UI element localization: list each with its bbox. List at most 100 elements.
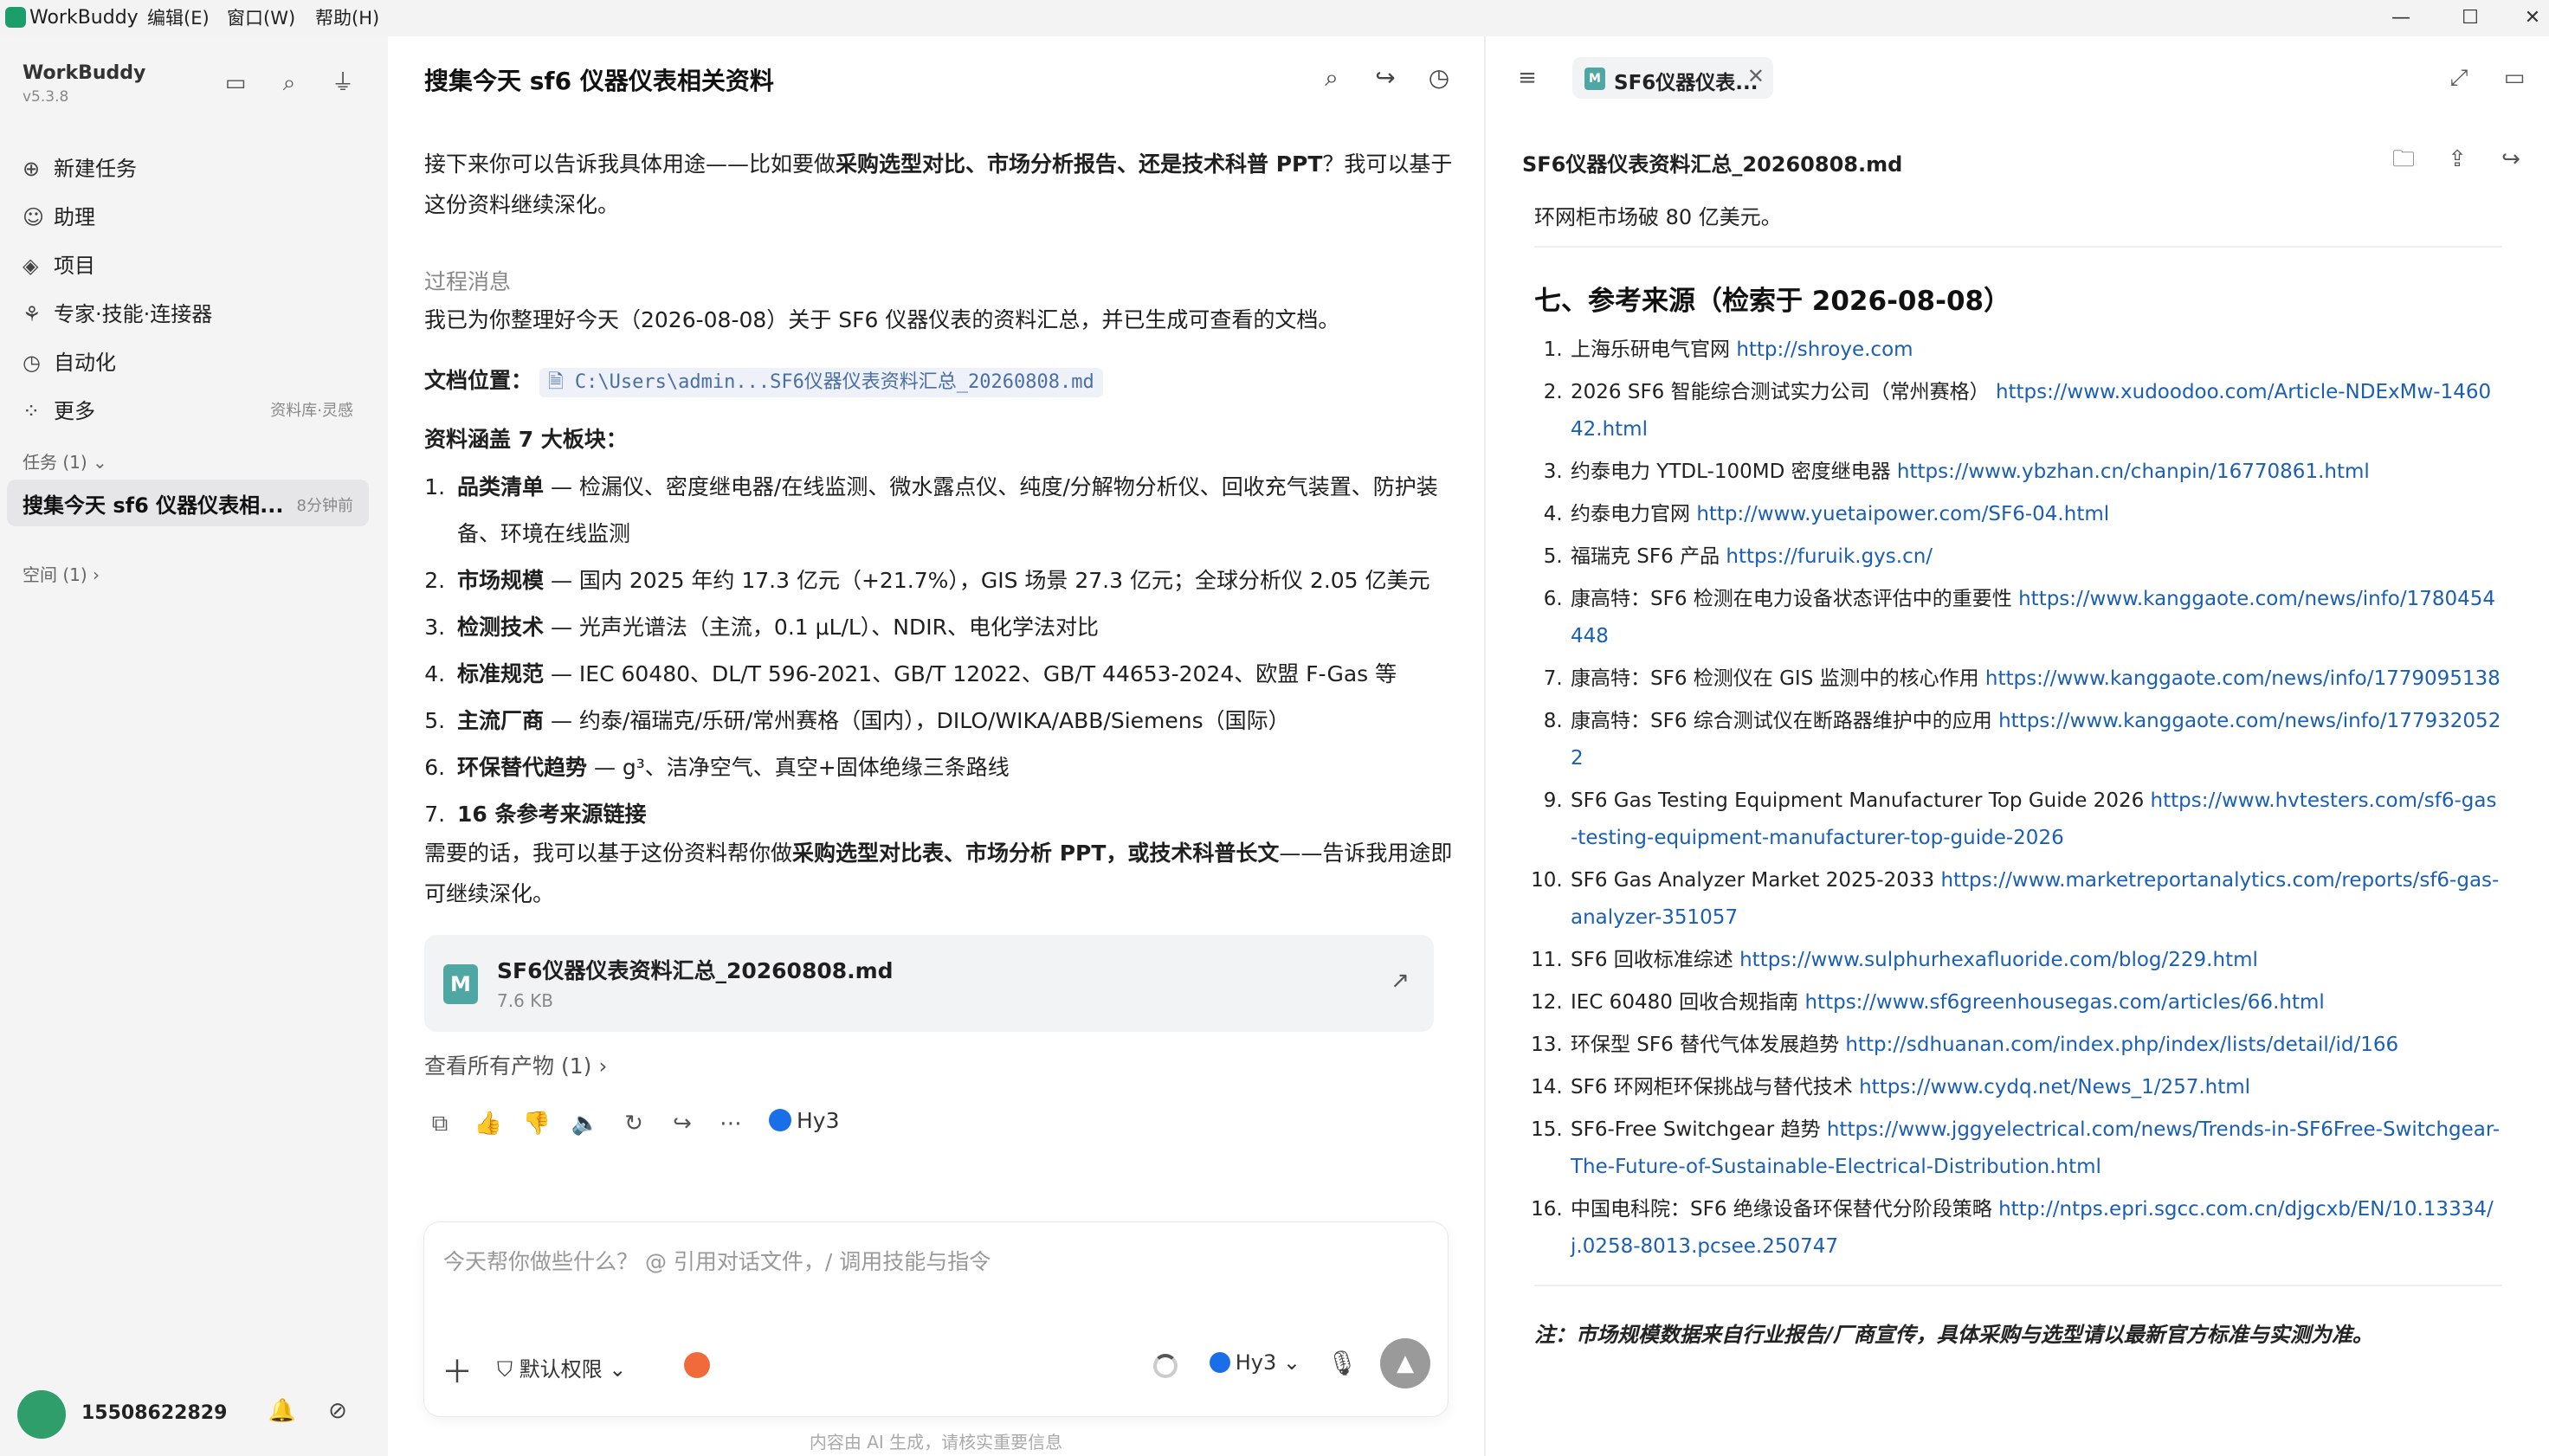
ai-disclaimer: 内容由 AI 生成，请核实重要信息 — [809, 1432, 1063, 1453]
doc-location: 文档位置： 🗎 C:\Users\admin...SF6仪器仪表资料汇总_202… — [424, 364, 1455, 398]
menu-help[interactable]: 帮助(H) — [315, 5, 379, 31]
closing-text: 需要的话，我可以基于这份资料帮你做 — [424, 841, 793, 866]
toggle-sidebar-icon[interactable]: ▭ — [220, 68, 251, 99]
spaces-header[interactable]: 空间 (1) › — [23, 561, 100, 586]
file-card[interactable]: M SF6仪器仪表资料汇总_20260808.md 7.6 KB ↗ — [424, 935, 1434, 1032]
reference-title: 2026 SF6 智能综合测试实力公司（常州赛格） — [1571, 381, 1996, 403]
nav-label: 新建任务 — [54, 157, 137, 181]
reference-link[interactable]: https://www.cydq.net/News_1/257.html — [1859, 1076, 2250, 1098]
share-icon[interactable]: ↪ — [2494, 142, 2528, 177]
reference-item: SF6 Gas Testing Equipment Manufacturer T… — [1569, 783, 2502, 857]
tab-title: SF6仪器仪表... — [1614, 72, 1758, 94]
expand-icon[interactable]: ⤢ — [2442, 61, 2476, 95]
reference-title: SF6 Gas Testing Equipment Manufacturer T… — [1571, 789, 2151, 812]
close-tab-icon[interactable]: ✕ — [1747, 64, 1765, 88]
filter-icon[interactable]: ⏚ — [327, 68, 358, 99]
reference-title: 环保型 SF6 替代气体发展趋势 — [1571, 1034, 1846, 1056]
reference-title: 上海乐研电气官网 — [1571, 338, 1737, 361]
nav-label: 自动化 — [54, 351, 116, 375]
close-window-button[interactable]: ✕ — [2518, 3, 2547, 33]
reference-link[interactable]: http://shroye.com — [1736, 338, 1913, 361]
reference-title: 约泰电力 YTDL-100MD 密度继电器 — [1571, 461, 1897, 483]
thumbs-down-icon[interactable]: 👎 — [519, 1106, 554, 1141]
bell-icon[interactable]: 🔔 — [265, 1394, 300, 1428]
app-logo-icon — [5, 7, 26, 28]
menu-edit[interactable]: 编辑(E) — [147, 5, 210, 31]
nav-experts[interactable]: ⚘ 专家·技能·连接器 — [23, 294, 378, 334]
reference-link[interactable]: https://www.sf6greenhousegas.com/article… — [1804, 991, 2324, 1014]
reference-link[interactable]: https://www.kanggaote.com/news/info/1779… — [1985, 667, 2501, 690]
nav-more-sub[interactable]: 资料库·灵感 — [270, 391, 353, 431]
more-icon[interactable]: ⋯ — [713, 1106, 748, 1141]
avatar[interactable] — [17, 1390, 66, 1439]
compass-icon[interactable]: ⊘ — [320, 1394, 355, 1428]
history-icon[interactable]: ◷ — [1422, 61, 1456, 95]
folder-icon[interactable]: 🗀 — [2386, 142, 2421, 177]
loading-spinner-icon — [1153, 1354, 1178, 1378]
divider — [1534, 1285, 2502, 1286]
reference-item: SF6-Free Switchgear 趋势 https://www.jggye… — [1569, 1111, 2502, 1186]
reference-item: 上海乐研电气官网 http://shroye.com — [1569, 332, 2502, 369]
reference-item: 康高特：SF6 综合测试仪在断路器维护中的应用 https://www.kang… — [1569, 703, 2502, 777]
speaker-icon[interactable]: 🔈 — [568, 1106, 603, 1141]
regenerate-icon[interactable]: ↻ — [616, 1106, 651, 1141]
skill-orange-icon[interactable] — [684, 1352, 710, 1378]
nav-more[interactable]: ⁘ 更多 资料库·灵感 — [23, 391, 378, 431]
sidebar: WorkBuddy v5.3.8 ▭ ⌕ ⏚ ⊕ 新建任务 ☺ 助理 ◈ 项目 ⚘ 专家… — [0, 36, 388, 1456]
process-text: 我已为你整理好今天（2026-08-08）关于 SF6 仪器仪表的资料汇总，并已… — [424, 307, 1340, 332]
reference-link[interactable]: http://sdhuanan.com/index.php/index/list… — [1845, 1034, 2398, 1056]
composer[interactable]: 今天帮你做些什么？ @ 引用对话文件，/ 调用技能与指令 ＋ ⛉ 默认权限 ⌄ … — [424, 1222, 1448, 1416]
upload-icon[interactable]: ⇪ — [2440, 142, 2475, 177]
list-item: 市场规模 — 国内 2025 年约 17.3 亿元（+21.7%），GIS 场景… — [452, 557, 1455, 604]
maximize-button[interactable]: ☐ — [2455, 3, 2485, 33]
microphone-icon[interactable]: 🎙 — [1326, 1349, 1358, 1377]
nav-automation[interactable]: ◷ 自动化 — [23, 343, 378, 383]
closing-paragraph: 需要的话，我可以基于这份资料帮你做采购选型对比表、市场分析 PPT，或技术科普长… — [424, 833, 1455, 914]
title-bar: WorkBuddy 编辑(E) 窗口(W) 帮助(H) — ☐ ✕ — [0, 0, 2549, 36]
menu-window[interactable]: 窗口(W) — [227, 5, 295, 31]
permission-label: 默认权限 — [519, 1357, 603, 1382]
toggle-panel-icon[interactable]: ▭ — [2497, 61, 2532, 95]
expert-icon: ⚘ — [23, 302, 42, 326]
reference-title: 中国电科院：SF6 绝缘设备环保替代分阶段策略 — [1571, 1198, 1999, 1221]
search-icon[interactable]: ⌕ — [274, 68, 305, 99]
reference-link[interactable]: https://www.ybzhan.cn/chanpin/16770861.h… — [1897, 461, 2370, 483]
open-external-icon[interactable]: ↗ — [1391, 968, 1410, 994]
outline-menu-icon[interactable]: ≡ — [1510, 61, 1545, 95]
nav-label: 更多 — [54, 399, 95, 423]
doc-path-link[interactable]: 🗎 C:\Users\admin...SF6仪器仪表资料汇总_20260808.… — [539, 368, 1103, 397]
sidebar-brand: WorkBuddy — [23, 62, 146, 84]
reference-item: 中国电科院：SF6 绝缘设备环保替代分阶段策略 http://ntps.epri… — [1569, 1191, 2502, 1266]
task-item[interactable]: 搜集今天 sf6 仪器仪表相... 8分钟前 — [7, 480, 369, 526]
disclaimer-note: 注：市场规模数据来自行业报告/厂商宣传，具体采购与选型请以最新官方标准与实测为准… — [1534, 1323, 2373, 1347]
reference-link[interactable]: http://www.yuetaipower.com/SF6-04.html — [1696, 503, 2109, 525]
search-icon[interactable]: ⌕ — [1314, 61, 1349, 95]
send-button[interactable]: ▲ — [1380, 1338, 1430, 1388]
process-label[interactable]: 过程消息 — [424, 265, 1455, 300]
document-tab[interactable]: M SF6仪器仪表... ✕ — [1572, 57, 1773, 99]
user-id: 15508622829 — [81, 1402, 228, 1424]
reference-link[interactable]: https://www.sulphurhexafluoride.com/blog… — [1739, 949, 2258, 971]
document-preview-panel: ≡ M SF6仪器仪表... ✕ ⤢ ▭ SF6仪器仪表资料汇总_2026080… — [1484, 36, 2549, 1456]
nav-assistant[interactable]: ☺ 助理 — [23, 197, 378, 237]
share-icon[interactable]: ↪ — [665, 1106, 700, 1141]
thumbs-up-icon[interactable]: 👍 — [471, 1106, 506, 1141]
reference-item: IEC 60480 回收合规指南 https://www.sf6greenhou… — [1569, 984, 2502, 1021]
tasks-header[interactable]: 任务 (1) ⌄ — [23, 448, 107, 474]
nav-projects[interactable]: ◈ 项目 — [23, 246, 378, 286]
chevron-right-icon: › — [591, 1053, 608, 1079]
list-item: 主流厂商 — 约泰/福瑞克/乐研/常州赛格（国内），DILO/WIKA/ABB/… — [452, 698, 1455, 744]
copy-icon[interactable]: ⧉ — [423, 1106, 457, 1141]
model-selector[interactable]: Hy3 ⌄ — [1209, 1350, 1300, 1375]
view-all-outputs[interactable]: 查看所有产物 (1) › — [424, 1049, 607, 1080]
permission-selector[interactable]: ⛉ 默认权限 ⌄ — [497, 1352, 626, 1382]
share-icon[interactable]: ↪ — [1368, 61, 1403, 95]
intro-paragraph: 接下来你可以告诉我具体用途——比如要做采购选型对比、市场分析报告、还是技术科普 … — [424, 144, 1455, 225]
app-version: v5.3.8 — [23, 88, 69, 106]
add-attachment-icon[interactable]: ＋ — [442, 1347, 473, 1392]
reference-title: SF6-Free Switchgear 趋势 — [1571, 1118, 1827, 1141]
reference-link[interactable]: https://furuik.gys.cn/ — [1726, 545, 1933, 568]
nav-new-task[interactable]: ⊕ 新建任务 — [23, 149, 378, 189]
composer-placeholder[interactable]: 今天帮你做些什么？ @ 引用对话文件，/ 调用技能与指令 — [443, 1245, 991, 1276]
minimize-button[interactable]: — — [2386, 3, 2416, 33]
